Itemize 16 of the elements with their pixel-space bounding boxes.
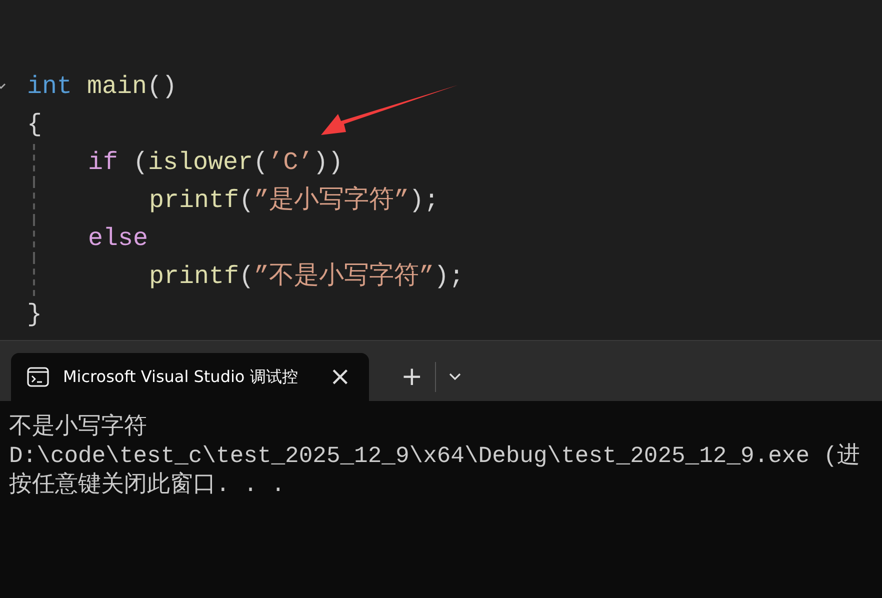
new-tab-button[interactable]: + <box>389 353 435 401</box>
console-output-line: D:\code\test_c\test_2025_12_9\x64\Debug\test_2025_12_9.exe (进 <box>9 442 862 471</box>
code-line: int main() <box>27 71 178 103</box>
console-output-line: 按任意键关闭此窗口. . . <box>9 471 286 500</box>
code-line: else <box>88 223 148 255</box>
terminal-icon <box>27 367 49 387</box>
code-line: { <box>27 109 42 141</box>
code-line: } <box>27 299 42 331</box>
code-line: if (islower(’C’)) <box>88 147 344 179</box>
close-button[interactable]: × <box>325 364 355 390</box>
terminal-tab[interactable]: Microsoft Visual Studio 调试控 × <box>11 353 369 401</box>
code-line: printf(”是小写字符”); <box>149 184 440 217</box>
tab-title: Microsoft Visual Studio 调试控 <box>63 366 299 388</box>
console-output-line: 不是小写字符 <box>9 413 148 442</box>
chevron-down-icon <box>448 372 462 382</box>
code-line: printf(”不是小写字符”); <box>149 260 464 293</box>
